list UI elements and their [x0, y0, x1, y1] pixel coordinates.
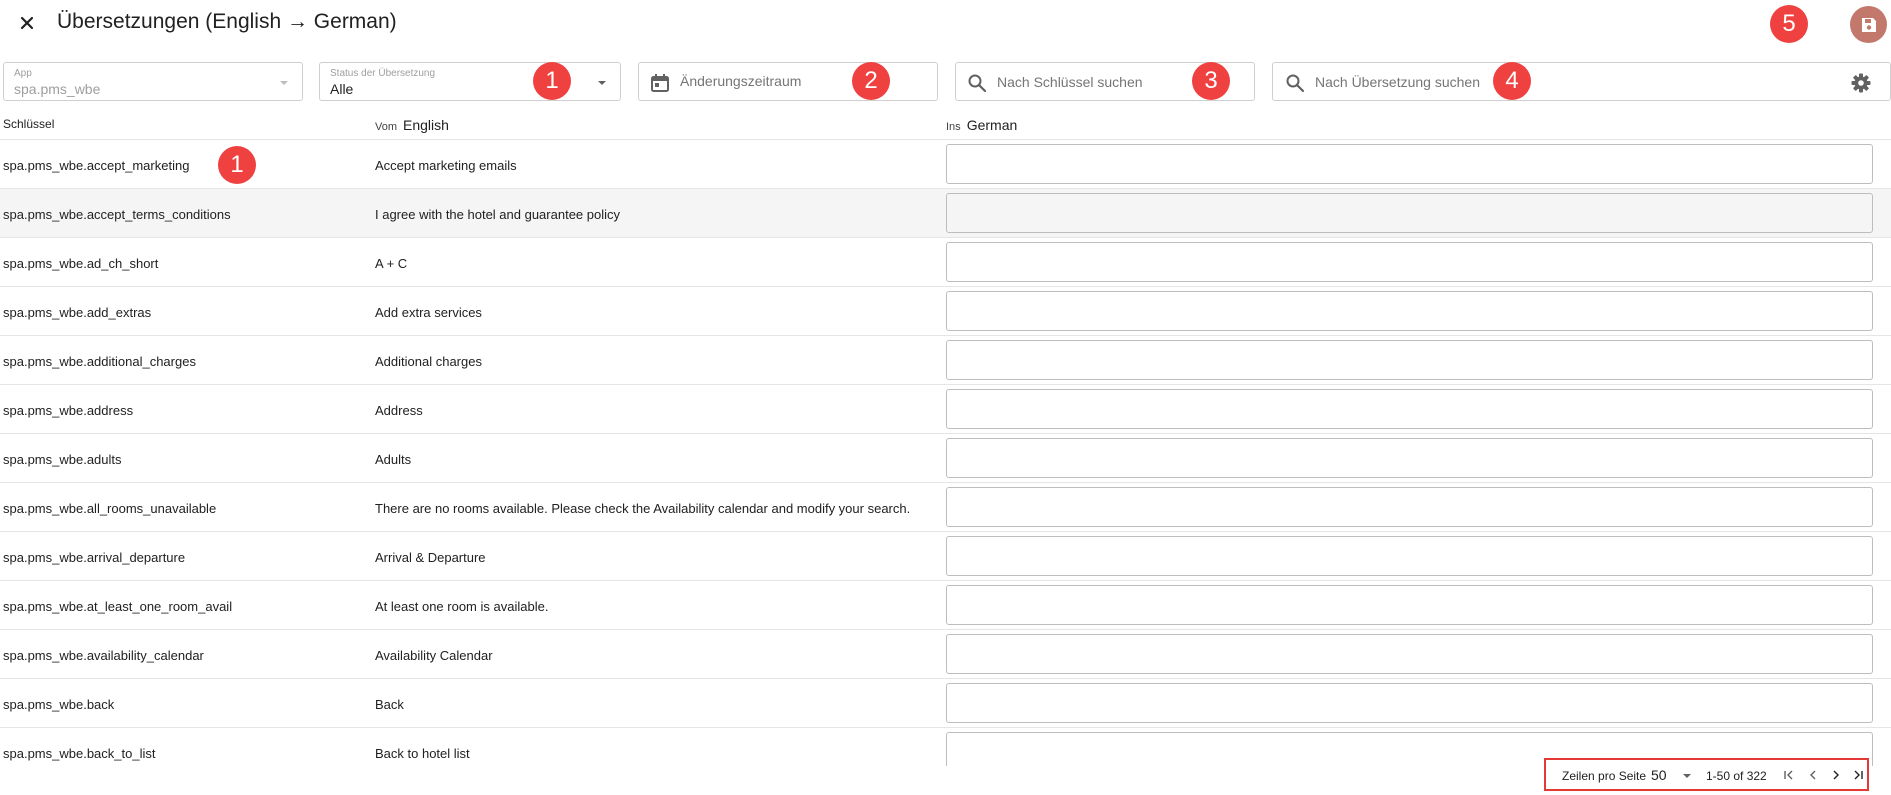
table-row: spa.pms_wbe.availability_calendar Availa… [0, 629, 1891, 678]
translation-input[interactable] [946, 536, 1873, 576]
translation-input[interactable] [946, 242, 1873, 282]
row-source-text: Accept marketing emails [375, 158, 517, 173]
table-row: spa.pms_wbe.at_least_one_room_avail At l… [0, 580, 1891, 629]
translation-input[interactable] [946, 144, 1873, 184]
row-source-text: There are no rooms available. Please che… [375, 501, 911, 516]
translation-input[interactable] [946, 438, 1873, 478]
close-button[interactable] [13, 9, 41, 37]
previous-page-icon[interactable] [1806, 768, 1820, 782]
table-row: spa.pms_wbe.all_rooms_unavailable There … [0, 482, 1891, 531]
column-header-source-prefix: Vom [375, 121, 398, 133]
row-source-text: Address [375, 403, 423, 418]
row-key: spa.pms_wbe.all_rooms_unavailable [3, 501, 217, 516]
table-row: spa.pms_wbe.add_extras Add extra service… [0, 286, 1891, 335]
status-select-value: Alle [330, 81, 354, 97]
search-icon [968, 74, 987, 93]
first-page-icon[interactable] [1782, 768, 1796, 782]
row-source-text: A + C [375, 256, 408, 271]
row-key: spa.pms_wbe.ad_ch_short [3, 256, 159, 271]
row-key: spa.pms_wbe.adults [3, 452, 122, 467]
column-header-target-language: German [966, 117, 1018, 133]
table-row: spa.pms_wbe.accept_terms_conditions I ag… [0, 188, 1891, 237]
table-row: spa.pms_wbe.additional_charges Additiona… [0, 335, 1891, 384]
row-key: spa.pms_wbe.arrival_departure [3, 550, 186, 565]
table-row: spa.pms_wbe.address Address [0, 384, 1891, 433]
translation-input[interactable] [946, 585, 1873, 625]
status-select[interactable]: Status der Übersetzung Alle [319, 62, 621, 101]
annotation-badge-1-row: 1 [218, 146, 256, 184]
translation-search-field[interactable] [1272, 62, 1891, 101]
page-title: Übersetzungen (English → German) [57, 10, 397, 33]
row-key: spa.pms_wbe.availability_calendar [3, 648, 204, 663]
row-key: spa.pms_wbe.additional_charges [3, 354, 196, 369]
annotation-badge-4: 4 [1493, 62, 1531, 100]
row-source-text: Add extra services [375, 305, 482, 320]
table-row: spa.pms_wbe.arrival_departure Arrival & … [0, 531, 1891, 580]
column-header-source: Vom English [375, 117, 449, 133]
pagination-bar: Zeilen pro Seite 50 1-50 of 322 [1544, 758, 1869, 791]
app-select-value: spa.pms_wbe [14, 81, 101, 97]
chevron-down-icon[interactable] [1680, 769, 1694, 783]
save-icon [1861, 17, 1876, 32]
row-source-text: Adults [375, 452, 412, 467]
column-header-key[interactable]: Schlüssel [3, 117, 54, 131]
filter-bar: App spa.pms_wbe Status der Übersetzung A… [0, 62, 1891, 104]
save-button[interactable] [1850, 6, 1887, 43]
table-row: spa.pms_wbe.back Back [0, 678, 1891, 727]
calendar-icon [651, 74, 669, 92]
page-range: 1-50 of 322 [1706, 769, 1767, 783]
row-key: spa.pms_wbe.accept_terms_conditions [3, 207, 231, 222]
translation-input[interactable] [946, 340, 1873, 380]
rows-per-page-select[interactable]: 50 [1651, 767, 1667, 783]
row-key: spa.pms_wbe.back_to_list [3, 746, 156, 761]
translation-input[interactable] [946, 487, 1873, 527]
next-page-icon[interactable] [1829, 768, 1843, 782]
close-icon [20, 16, 34, 30]
annotation-badge-1: 1 [533, 62, 571, 100]
translation-search-input[interactable] [1315, 72, 1815, 92]
row-key: spa.pms_wbe.accept_marketing [3, 158, 190, 173]
date-range-field[interactable]: Änderungszeitraum [638, 62, 938, 101]
translation-input[interactable] [946, 193, 1873, 233]
app-select[interactable]: App spa.pms_wbe [3, 62, 303, 101]
table-row: spa.pms_wbe.adults Adults [0, 433, 1891, 482]
row-source-text: Back [375, 697, 404, 712]
chevron-down-icon [280, 81, 288, 85]
annotation-badge-5: 5 [1770, 5, 1808, 43]
column-header-target: Ins German [946, 117, 1017, 133]
row-source-text: At least one room is available. [375, 599, 549, 614]
key-search-input[interactable] [997, 72, 1197, 92]
column-header-target-prefix: Ins [946, 121, 961, 133]
table-row: spa.pms_wbe.ad_ch_short A + C [0, 237, 1891, 286]
last-page-icon[interactable] [1851, 768, 1865, 782]
annotation-badge-2: 2 [852, 62, 890, 100]
row-source-text: Availability Calendar [375, 648, 493, 663]
header-bar: Übersetzungen (English → German) 5 [0, 0, 1891, 46]
status-select-label: Status der Übersetzung [330, 68, 436, 79]
row-key: spa.pms_wbe.at_least_one_room_avail [3, 599, 233, 614]
date-range-placeholder: Änderungszeitraum [680, 73, 802, 89]
search-icon [1286, 74, 1305, 93]
row-source-text: Additional charges [375, 354, 482, 369]
column-header-key-label: Schlüssel [3, 117, 55, 131]
row-source-text: Arrival & Departure [375, 550, 486, 565]
row-key: spa.pms_wbe.back [3, 697, 115, 712]
row-source-text: Back to hotel list [375, 746, 470, 761]
annotation-badge-3: 3 [1192, 62, 1230, 100]
row-key: spa.pms_wbe.address [3, 403, 134, 418]
translation-input[interactable] [946, 683, 1873, 723]
translation-input[interactable] [946, 291, 1873, 331]
row-source-text: I agree with the hotel and guarantee pol… [375, 207, 621, 222]
rows-per-page-label: Zeilen pro Seite [1562, 769, 1647, 783]
gear-icon[interactable] [1850, 72, 1872, 94]
translation-input[interactable] [946, 634, 1873, 674]
app-select-label: App [14, 68, 32, 79]
translation-table: spa.pms_wbe.accept_marketing Accept mark… [0, 139, 1891, 766]
table-row: spa.pms_wbe.accept_marketing Accept mark… [0, 139, 1891, 188]
row-key: spa.pms_wbe.add_extras [3, 305, 152, 320]
column-header-source-language: English [403, 117, 449, 133]
chevron-down-icon [598, 81, 606, 85]
translation-input[interactable] [946, 389, 1873, 429]
